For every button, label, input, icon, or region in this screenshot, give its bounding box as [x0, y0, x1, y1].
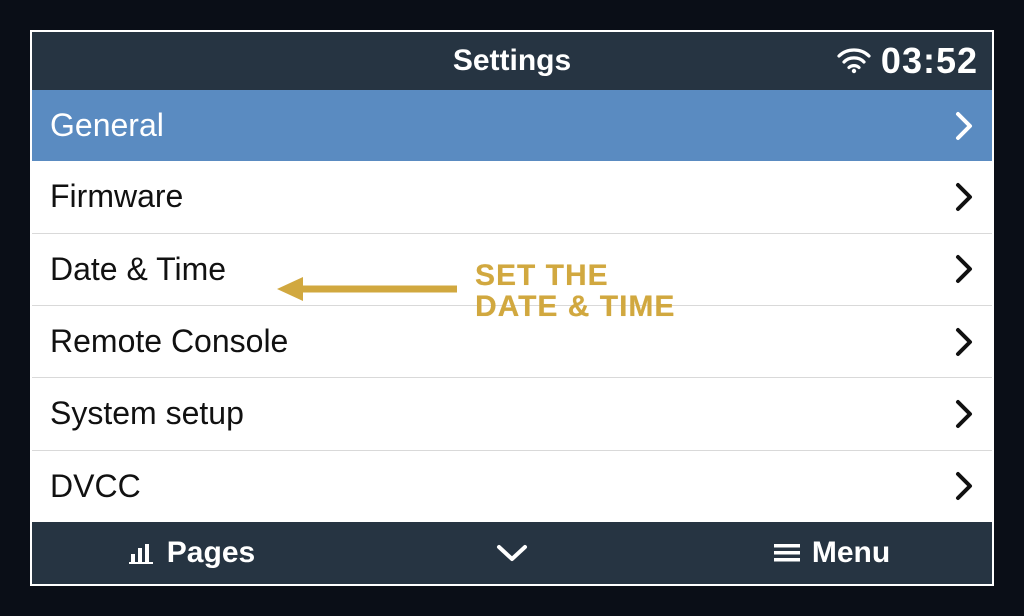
- row-label: Remote Console: [50, 323, 288, 360]
- device-screen: Settings 03:52 General Firmware: [30, 30, 994, 586]
- page-title: Settings: [453, 44, 571, 78]
- row-label: DVCC: [50, 468, 141, 505]
- menu-button[interactable]: Menu: [672, 522, 992, 584]
- chevron-right-icon: [954, 471, 974, 501]
- wifi-icon: [837, 48, 871, 74]
- settings-list: General Firmware Date & Time Remote Cons…: [32, 90, 992, 522]
- pages-button[interactable]: Pages: [32, 522, 352, 584]
- chevron-down-icon: [495, 543, 529, 563]
- row-label: Firmware: [50, 178, 183, 215]
- row-date-time[interactable]: Date & Time: [32, 234, 992, 306]
- row-label: General: [50, 107, 164, 144]
- bottom-bar: Pages Menu: [32, 522, 992, 584]
- hamburger-icon: [774, 543, 800, 563]
- chevron-right-icon: [954, 182, 974, 212]
- chevron-right-icon: [954, 399, 974, 429]
- row-firmware[interactable]: Firmware: [32, 161, 992, 233]
- menu-label: Menu: [812, 536, 890, 570]
- chevron-right-icon: [954, 111, 974, 141]
- pages-label: Pages: [167, 536, 255, 570]
- chevron-right-icon: [954, 254, 974, 284]
- clock: 03:52: [881, 40, 978, 82]
- row-general[interactable]: General: [32, 90, 992, 161]
- row-label: System setup: [50, 395, 244, 432]
- status-area: 03:52: [837, 40, 978, 82]
- scroll-down-button[interactable]: [352, 522, 672, 584]
- row-remote-console[interactable]: Remote Console: [32, 306, 992, 378]
- row-label: Date & Time: [50, 251, 226, 288]
- row-dvcc[interactable]: DVCC: [32, 451, 992, 522]
- row-system-setup[interactable]: System setup: [32, 378, 992, 450]
- bar-chart-icon: [129, 542, 155, 564]
- top-bar: Settings 03:52: [32, 32, 992, 90]
- chevron-right-icon: [954, 327, 974, 357]
